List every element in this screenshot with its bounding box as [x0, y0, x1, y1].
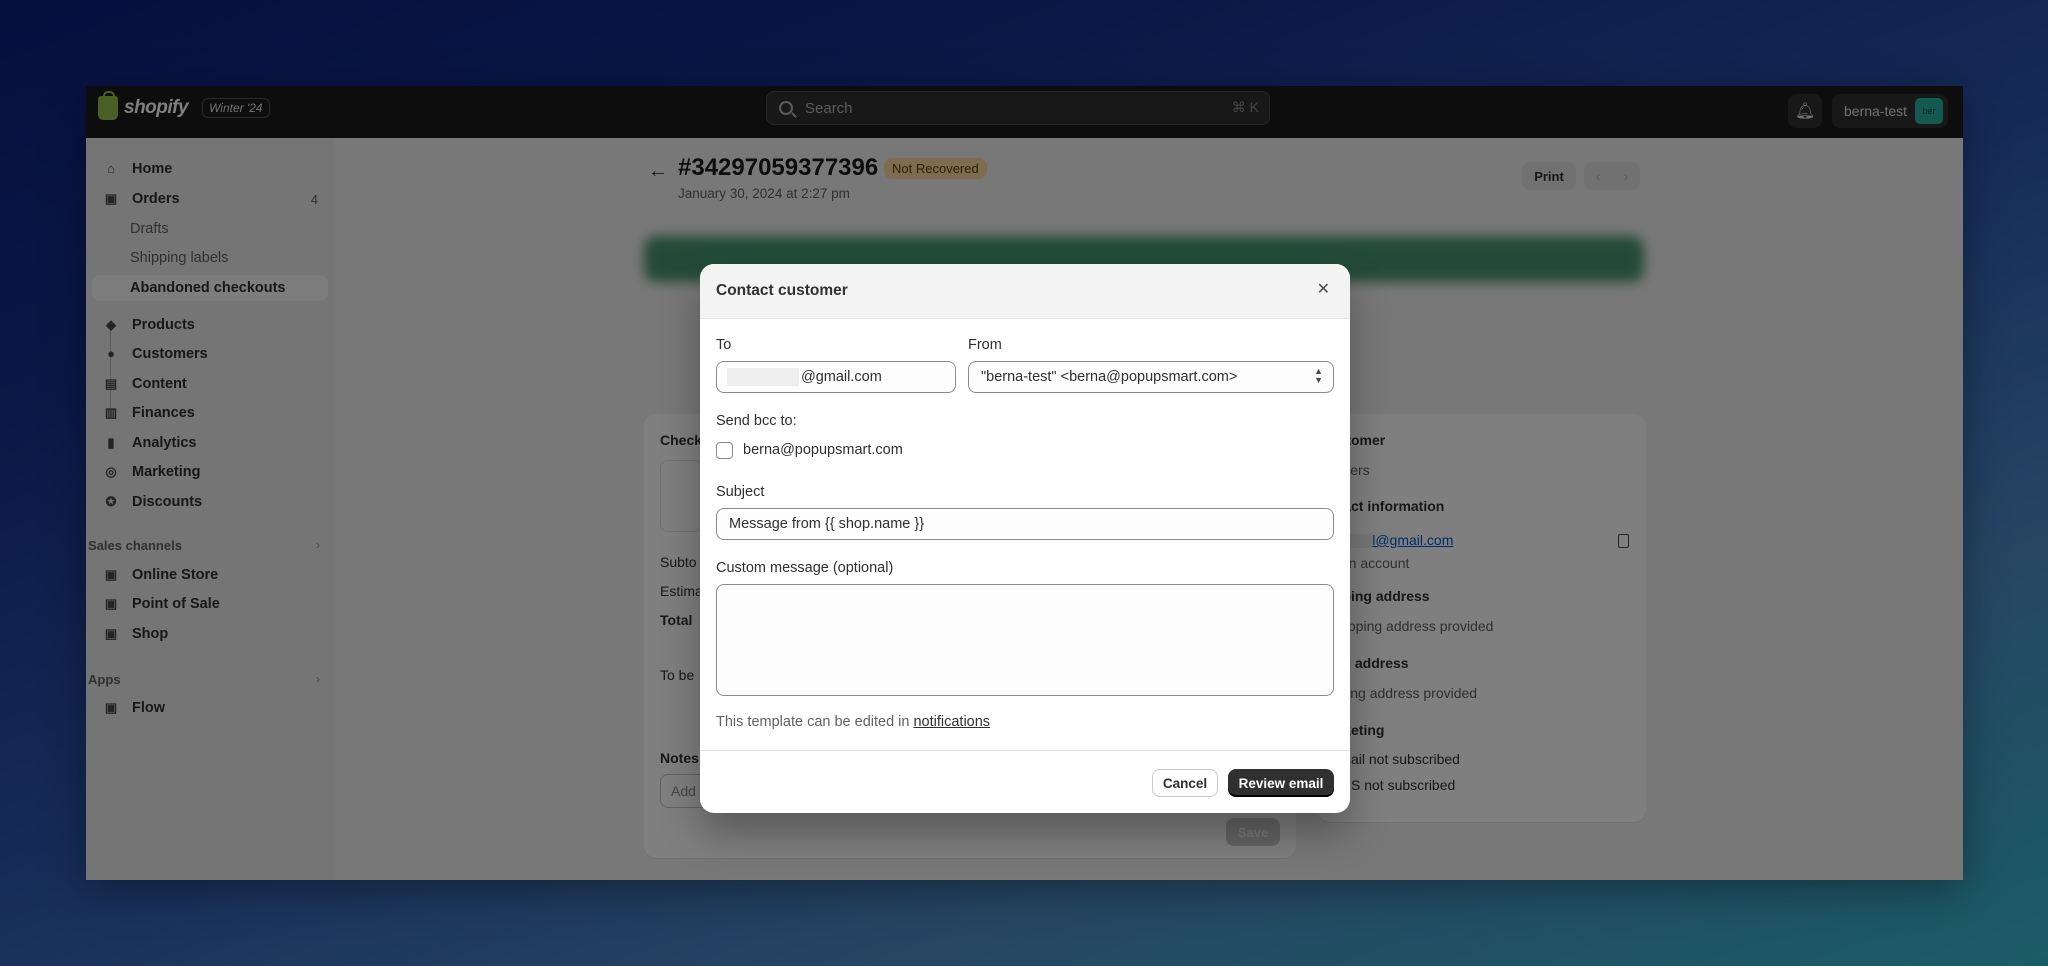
from-label: From [968, 337, 1002, 353]
notifications-link[interactable]: notifications [913, 714, 990, 730]
bcc-label: Send bcc to: [716, 413, 797, 429]
modal-footer: Cancel Review email [700, 750, 1350, 813]
to-label: To [716, 337, 732, 353]
bcc-email[interactable]: berna@popupsmart.com [743, 442, 903, 458]
subject-label: Subject [716, 484, 765, 500]
close-icon[interactable]: ✕ [1317, 279, 1330, 299]
from-select[interactable]: "berna-test" <berna@popupsmart.com> ▲ ▼ [968, 361, 1334, 393]
message-label: Custom message (optional) [716, 560, 894, 576]
review-email-button[interactable]: Review email [1228, 769, 1334, 797]
custom-message-textarea[interactable] [716, 584, 1334, 696]
modal-header: Contact customer ✕ [700, 264, 1350, 319]
redacted-block [727, 368, 799, 386]
select-arrows-icon: ▲ ▼ [1314, 366, 1323, 385]
subject-value: Message from {{ shop.name }} [729, 516, 925, 532]
cancel-button[interactable]: Cancel [1152, 769, 1218, 797]
bcc-checkbox[interactable] [716, 442, 733, 459]
hint-text: This template can be edited in [716, 714, 914, 730]
from-value: "berna-test" <berna@popupsmart.com> [981, 369, 1238, 385]
subject-input[interactable]: Message from {{ shop.name }} [716, 508, 1334, 540]
to-value: @gmail.com [801, 369, 882, 385]
contact-customer-modal: Contact customer ✕ To @gmail.com From "b… [700, 264, 1350, 813]
modal-title: Contact customer [716, 282, 848, 299]
template-hint: This template can be edited in notificat… [716, 714, 990, 730]
to-field[interactable]: @gmail.com [716, 361, 956, 393]
